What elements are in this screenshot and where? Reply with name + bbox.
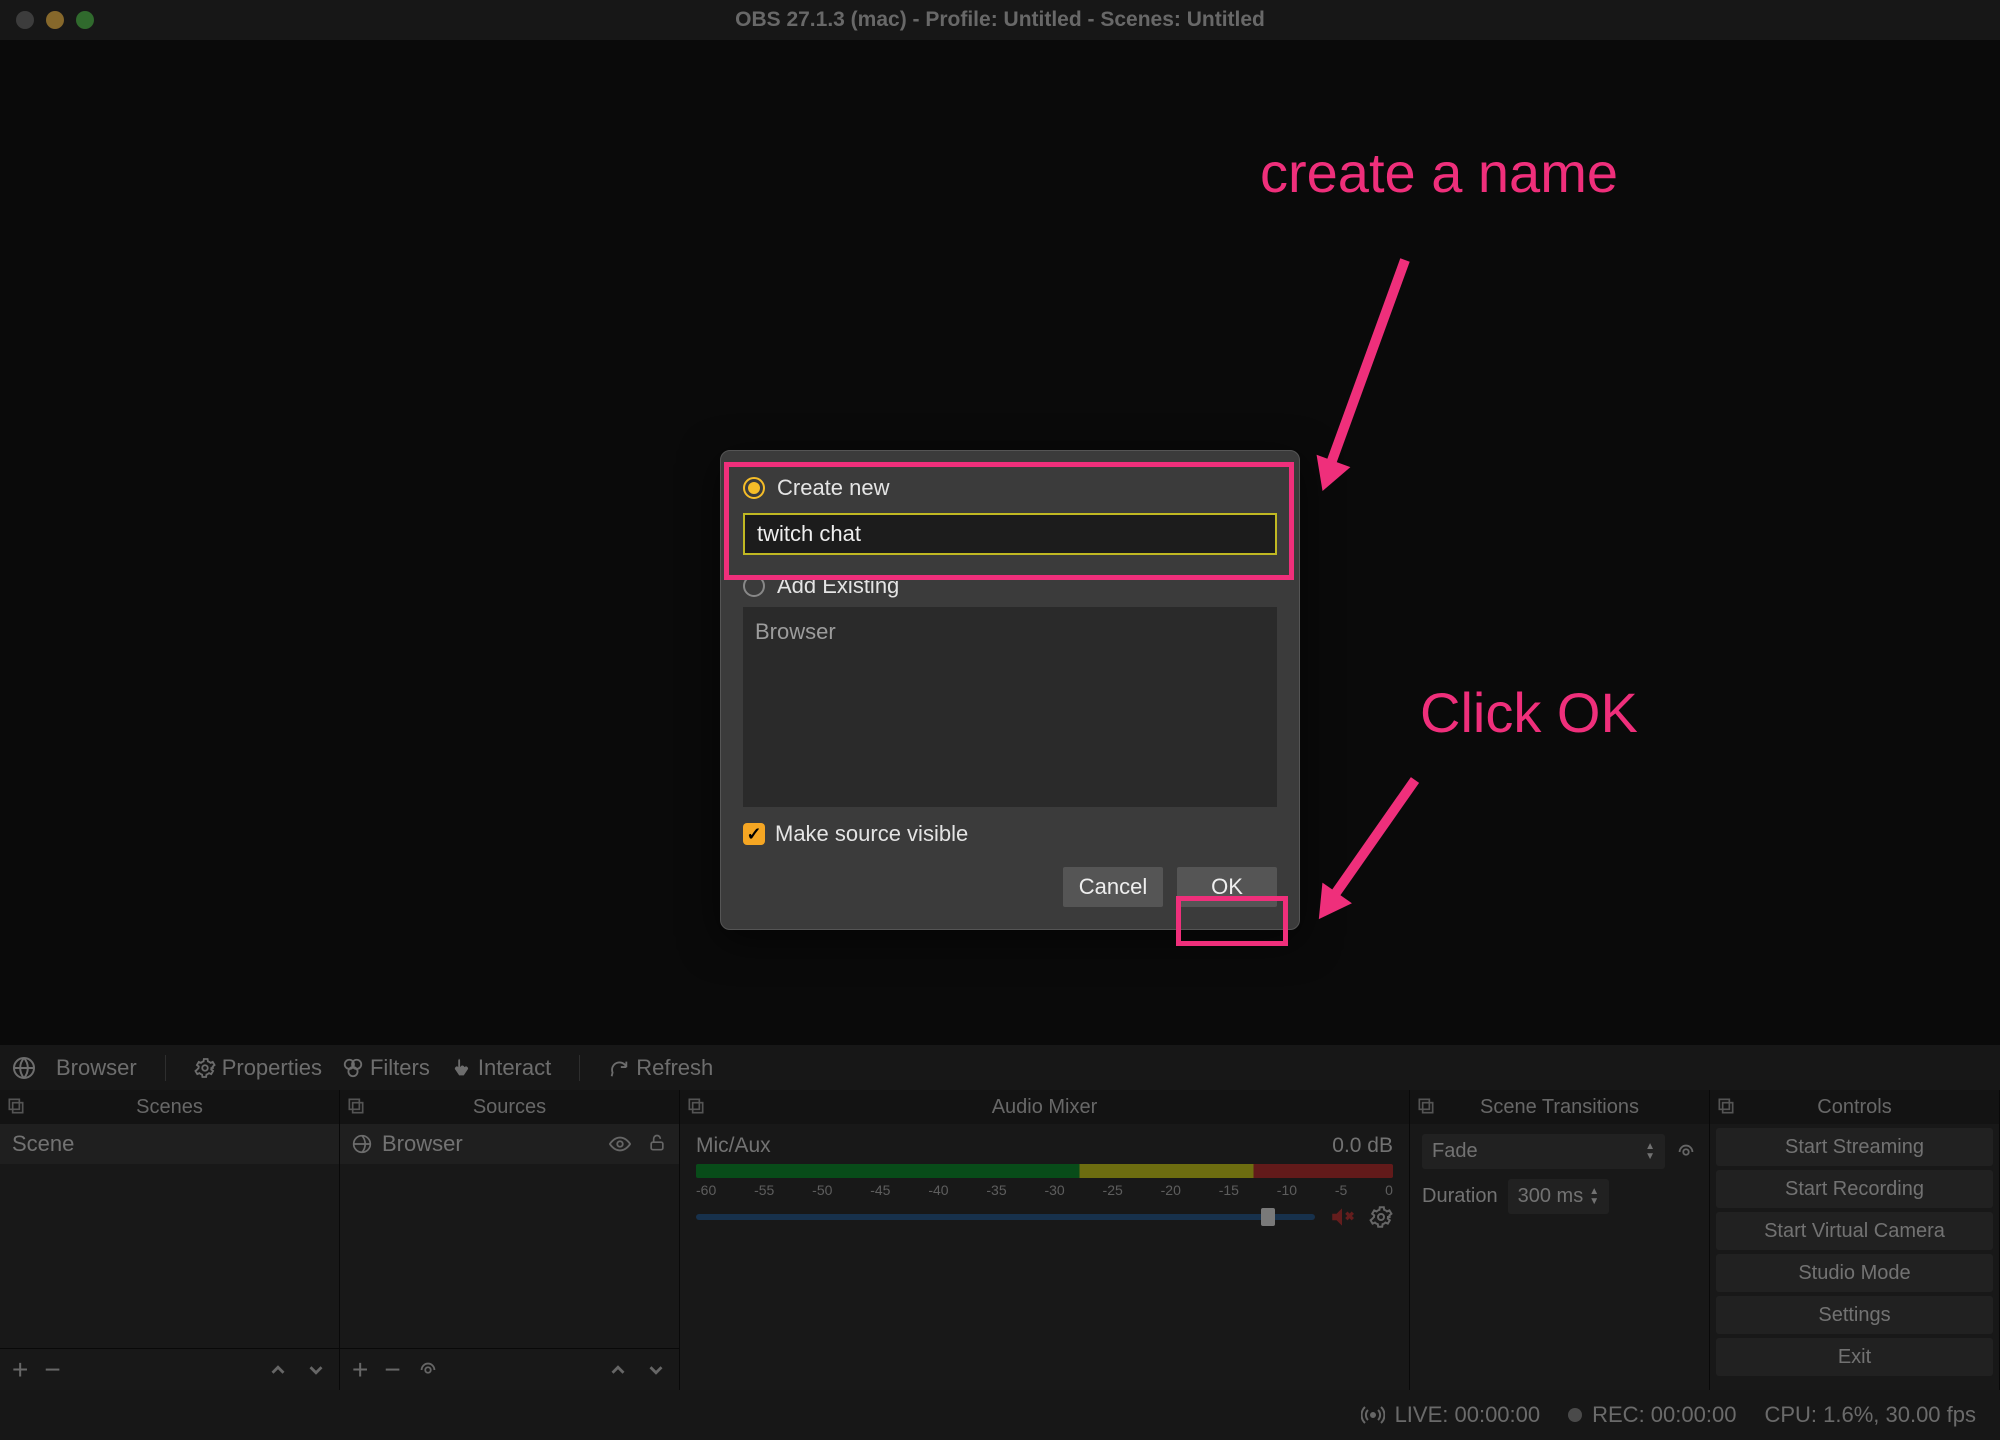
move-up-button[interactable] [267,1359,289,1381]
status-bar: LIVE: 00:00:00 REC: 00:00:00 CPU: 1.6%, … [0,1390,2000,1440]
refresh-button[interactable]: Refresh [608,1055,713,1081]
start-streaming-button[interactable]: Start Streaming [1716,1128,1993,1166]
audio-mixer-panel: Audio Mixer Mic/Aux 0.0 dB -60-55-50-45-… [680,1090,1410,1390]
source-toolbar: Browser Properties Filters Interact Refr… [0,1045,2000,1090]
transition-select[interactable]: Fade ▲▼ [1422,1134,1665,1169]
transition-settings-icon[interactable] [1675,1141,1697,1163]
make-visible-checkbox[interactable]: ✓ [743,823,765,845]
track-level: 0.0 dB [1332,1134,1393,1158]
transitions-title: Scene Transitions [1480,1096,1639,1119]
rec-status: REC: 00:00:00 [1592,1402,1736,1428]
window-titlebar: OBS 27.1.3 (mac) - Profile: Untitled - S… [0,0,2000,40]
source-item[interactable]: Browser [340,1124,679,1164]
transitions-panel: Scene Transitions Fade ▲▼ Duration 300 m… [1410,1090,1710,1390]
studio-mode-button[interactable]: Studio Mode [1716,1254,1993,1292]
popout-icon[interactable] [686,1096,706,1116]
popout-icon[interactable] [6,1096,26,1116]
ok-button[interactable]: OK [1177,867,1277,907]
selected-source-label: Browser [56,1055,137,1081]
audio-title: Audio Mixer [992,1096,1098,1119]
remove-source-button[interactable]: − [384,1356,400,1384]
add-source-button[interactable]: + [352,1356,368,1384]
create-new-label: Create new [777,475,890,501]
popout-icon[interactable] [1716,1096,1736,1116]
popout-icon[interactable] [346,1096,366,1116]
make-visible-label: Make source visible [775,821,968,847]
level-meter [696,1164,1393,1178]
create-source-dialog: Create new Add Existing Browser ✓ Make s… [720,450,1300,930]
cancel-button[interactable]: Cancel [1063,867,1163,907]
sources-title: Sources [473,1096,546,1119]
controls-panel: Controls Start Streaming Start Recording… [1710,1090,2000,1390]
track-name: Mic/Aux [696,1134,771,1158]
record-icon [1568,1408,1582,1422]
add-existing-label: Add Existing [777,573,899,599]
visibility-icon[interactable] [609,1133,631,1155]
globe-icon [12,1056,36,1080]
source-settings-button[interactable] [417,1359,439,1381]
source-name-input[interactable] [743,513,1277,555]
track-settings-icon[interactable] [1369,1205,1393,1229]
duration-label: Duration [1422,1185,1498,1208]
properties-button[interactable]: Properties [194,1055,322,1081]
window-title: OBS 27.1.3 (mac) - Profile: Untitled - S… [0,8,2000,32]
start-virtual-camera-button[interactable]: Start Virtual Camera [1716,1212,1993,1250]
duration-input[interactable]: 300 ms ▲▼ [1508,1179,1610,1214]
live-status: LIVE: 00:00:00 [1395,1402,1541,1428]
move-down-button[interactable] [645,1359,667,1381]
create-new-radio[interactable] [743,477,765,499]
filters-button[interactable]: Filters [342,1055,430,1081]
move-up-button[interactable] [607,1359,629,1381]
mute-icon[interactable] [1329,1204,1355,1230]
list-item[interactable]: Browser [755,619,1265,645]
scenes-title: Scenes [136,1096,203,1119]
cpu-status: CPU: 1.6%, 30.00 fps [1764,1402,1976,1428]
remove-scene-button[interactable]: − [44,1356,60,1384]
existing-sources-list[interactable]: Browser [743,607,1277,807]
settings-button[interactable]: Settings [1716,1296,1993,1334]
controls-title: Controls [1817,1096,1891,1119]
move-down-button[interactable] [305,1359,327,1381]
exit-button[interactable]: Exit [1716,1338,1993,1376]
sources-panel: Sources Browser + − [340,1090,680,1390]
start-recording-button[interactable]: Start Recording [1716,1170,1993,1208]
interact-button[interactable]: Interact [450,1055,551,1081]
scene-item[interactable]: Scene [0,1124,339,1164]
mixer-track: Mic/Aux 0.0 dB -60-55-50-45-40-35-30-25-… [680,1124,1409,1236]
add-scene-button[interactable]: + [12,1356,28,1384]
volume-slider[interactable] [696,1214,1315,1220]
popout-icon[interactable] [1416,1096,1436,1116]
lock-icon[interactable] [647,1133,667,1155]
broadcast-icon [1361,1403,1385,1427]
add-existing-radio[interactable] [743,575,765,597]
scenes-panel: Scenes Scene + − [0,1090,340,1390]
